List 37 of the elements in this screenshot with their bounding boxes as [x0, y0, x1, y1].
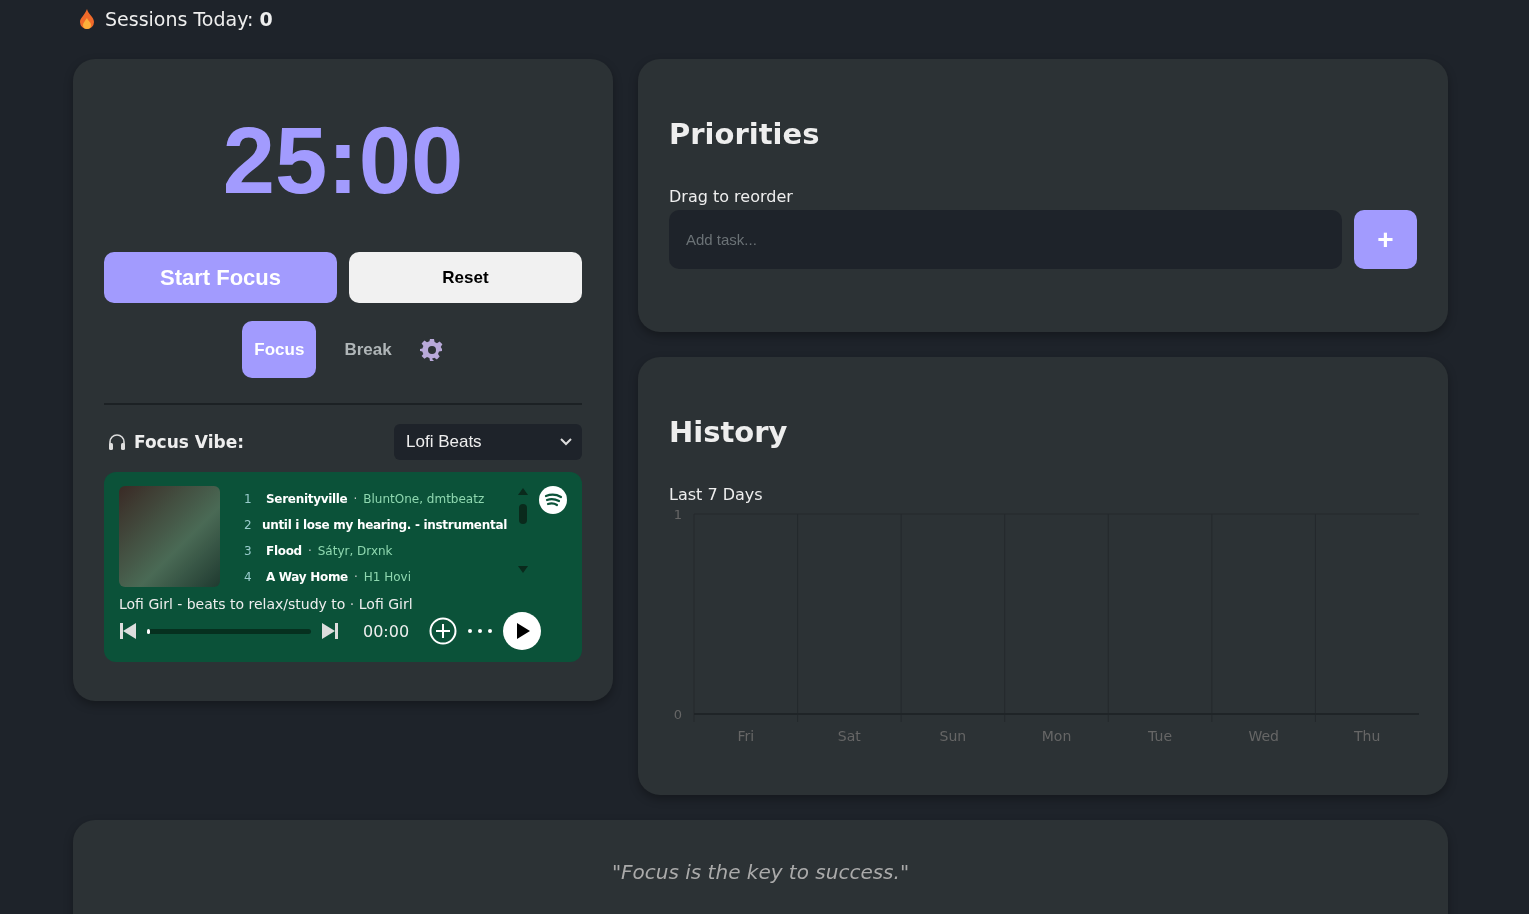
- axis-category-label: Mon: [1041, 728, 1072, 744]
- axis-category-label: Wed: [1248, 728, 1279, 744]
- axis-category-label: Fri: [737, 728, 755, 744]
- axis-category-label: Sun: [939, 728, 967, 744]
- add-task-field[interactable]: Add task...: [669, 210, 1342, 269]
- vibe-dropdown[interactable]: Lofi Beats: [394, 424, 582, 460]
- headphones-icon: [108, 433, 126, 451]
- next-icon[interactable]: [321, 622, 339, 640]
- add-circle-icon[interactable]: [429, 617, 458, 645]
- timer-display: 25:00: [221, 114, 465, 215]
- focus-vibe-label: Focus Vibe:: [134, 432, 244, 452]
- track-row[interactable]: 3 Flood · Sátyr, Drxnk: [244, 538, 507, 564]
- playback-time: 00:00: [363, 621, 410, 641]
- drag-hint: Drag to reorder: [669, 187, 794, 206]
- chevron-down-icon: [560, 438, 572, 446]
- reset-button[interactable]: Reset: [349, 252, 582, 303]
- settings-icon[interactable]: [419, 337, 444, 362]
- play-icon[interactable]: [503, 612, 542, 650]
- previous-icon[interactable]: [119, 622, 137, 640]
- mode-tab[interactable]: Break: [332, 321, 404, 378]
- quote-text: "Focus is the key to success.": [611, 860, 910, 886]
- axis-category-label: Sat: [837, 728, 861, 744]
- playlist-title: Lofi Girl - beats to relax/study to · Lofi Girl: [119, 596, 413, 612]
- axis-category-label: Tue: [1148, 728, 1173, 744]
- priorities-heading: Priorities: [669, 117, 821, 151]
- chart-subtitle: Last 7 Days: [669, 485, 764, 504]
- history-heading: History: [669, 415, 789, 449]
- track-row[interactable]: 2 until i lose my hearing. - instrumental: [244, 512, 507, 538]
- track-row[interactable]: 1 Serenityville · BluntOne, dmtbeatz: [244, 486, 507, 512]
- spotify-logo-icon: [539, 486, 567, 514]
- track-row[interactable]: 4 A Way Home · H1 Hovi: [244, 564, 507, 590]
- axis-tick-label: 1: [673, 507, 682, 522]
- axis-tick-label: 0: [673, 707, 682, 722]
- flame-icon: [79, 9, 95, 29]
- sessions-label: Sessions Today: 0: [105, 8, 273, 30]
- more-icon[interactable]: [467, 628, 494, 634]
- axis-category-label: Thu: [1354, 728, 1381, 744]
